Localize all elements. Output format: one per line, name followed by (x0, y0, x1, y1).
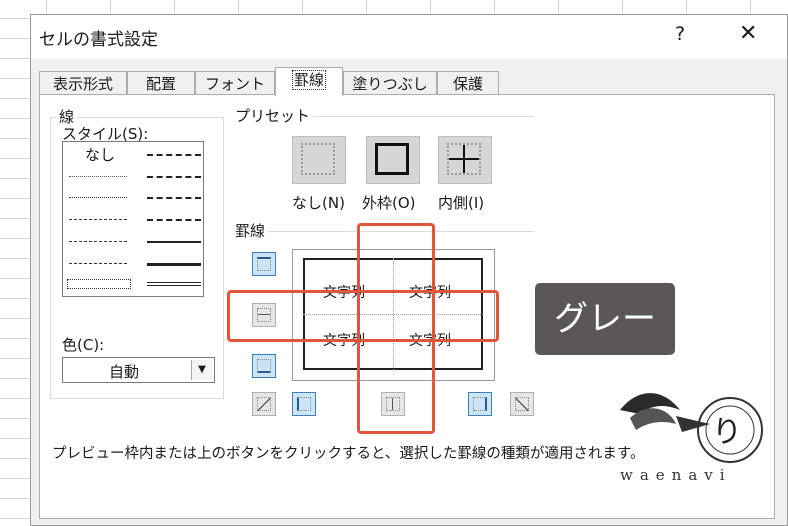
preset-inside-button[interactable] (438, 136, 492, 184)
line-style-dashed[interactable] (69, 263, 127, 264)
footer-instruction: プレビュー枠内または上のボタンをクリックすると、選択した罫線の種類が適用されます… (52, 446, 645, 462)
help-icon[interactable]: ? (675, 23, 685, 45)
border-left-button[interactable] (292, 392, 316, 416)
line-style-medium-dash-dot[interactable] (147, 197, 201, 199)
border-diagonal-up-button[interactable] (252, 392, 276, 416)
line-style-slant-dash-dot[interactable] (147, 176, 201, 178)
line-style-none[interactable]: なし (85, 144, 115, 165)
border-group-label: 罫線 (232, 220, 269, 241)
tab-number-format[interactable]: 表示形式 (39, 71, 127, 95)
border-bottom-icon (257, 359, 271, 373)
line-style-medium-dashed[interactable] (147, 219, 201, 221)
dialog-titlebar: セルの書式設定 ? ✕ (31, 15, 787, 59)
tab-fill[interactable]: 塗りつぶし (343, 71, 437, 95)
dialog-title: セルの書式設定 (39, 30, 158, 50)
line-style-dotted[interactable] (69, 197, 127, 198)
gray-annotation-label: グレー (535, 283, 675, 355)
preset-none-icon (301, 143, 335, 175)
border-right-icon (473, 397, 487, 411)
tab-alignment[interactable]: 配置 (127, 71, 195, 95)
color-label: 色(C): (62, 336, 105, 354)
presets-group-label: プリセット (232, 105, 314, 126)
tab-protection[interactable]: 保護 (437, 71, 499, 95)
tab-border-label: 罫線 (291, 70, 326, 90)
tab-border[interactable]: 罫線 (275, 67, 343, 96)
border-diagonal-down-button[interactable] (510, 392, 534, 416)
line-style-dash-dot-dot[interactable] (69, 219, 127, 220)
line-style-hair[interactable] (69, 176, 127, 177)
svg-text:り: り (712, 415, 742, 450)
preset-outline-button[interactable] (366, 136, 420, 184)
tab-font[interactable]: フォント (195, 71, 275, 95)
preset-none-button[interactable] (292, 136, 346, 184)
preset-outline-label: 外枠(O) (362, 194, 416, 212)
chevron-down-icon[interactable]: ▼ (191, 360, 212, 380)
logo-wordmark: waenavi (620, 466, 732, 484)
border-bottom-button[interactable] (252, 354, 276, 378)
border-top-icon (257, 257, 271, 271)
color-dropdown[interactable]: 自動 ▼ (62, 357, 215, 383)
close-icon[interactable]: ✕ (739, 21, 757, 46)
line-style-list[interactable]: なし (62, 141, 204, 297)
border-right-button[interactable] (468, 392, 492, 416)
border-top-button[interactable] (252, 252, 276, 276)
line-style-thin-selected[interactable] (67, 279, 131, 289)
line-style-medium-dash-dot-dot[interactable] (147, 154, 201, 156)
line-style-double[interactable] (147, 282, 201, 286)
color-value: 自動 (108, 363, 139, 381)
line-style-medium[interactable] (147, 241, 201, 243)
line-style-dash-dot[interactable] (69, 241, 127, 242)
preset-inside-icon (447, 143, 481, 175)
diagonal-down-icon (515, 397, 529, 412)
preset-outline-icon (375, 143, 409, 175)
highlight-horizontal-annotation (227, 290, 499, 342)
border-left-icon (297, 397, 311, 411)
preset-none-label: なし(N) (292, 194, 345, 212)
preset-inside-label: 内側(I) (438, 194, 485, 212)
line-style-thick[interactable] (147, 263, 201, 266)
diagonal-up-icon (257, 397, 271, 412)
